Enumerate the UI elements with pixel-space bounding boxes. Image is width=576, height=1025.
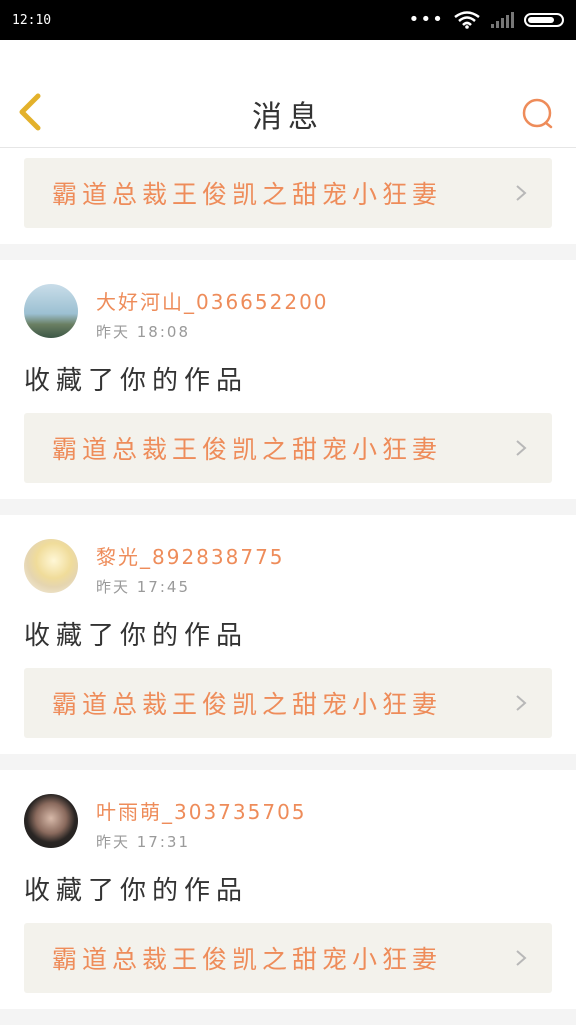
- message-action: 收藏了你的作品: [24, 366, 249, 396]
- work-link[interactable]: 霸道总裁王俊凯之甜宠小狂妻: [24, 158, 552, 228]
- user-name[interactable]: 大好河山_036652200: [96, 286, 329, 315]
- message-time: 昨天 18:08: [96, 323, 190, 341]
- user-row: 叶雨萌_303735705 昨天 17:31: [24, 780, 552, 852]
- avatar[interactable]: [24, 284, 78, 338]
- signal-icon: [491, 12, 514, 28]
- work-title: 霸道总裁王俊凯之甜宠小狂妻: [52, 690, 443, 719]
- battery-icon: [524, 13, 564, 27]
- work-title: 霸道总裁王俊凯之甜宠小狂妻: [52, 180, 443, 209]
- more-dots-icon: •••: [408, 9, 444, 30]
- status-bar: 12:10 •••: [0, 0, 576, 40]
- user-name[interactable]: 叶雨萌_303735705: [96, 796, 307, 825]
- search-icon[interactable]: [520, 96, 556, 132]
- chevron-right-icon: [516, 950, 527, 966]
- wifi-icon: [454, 11, 480, 29]
- avatar[interactable]: [24, 794, 78, 848]
- user-row: 黎光_892838775 昨天 17:45: [24, 525, 552, 597]
- status-icons: •••: [408, 11, 564, 29]
- work-link[interactable]: 霸道总裁王俊凯之甜宠小狂妻: [24, 923, 552, 993]
- user-row: 大好河山_036652200 昨天 18:08: [24, 270, 552, 342]
- user-meta: 黎光_892838775 昨天 17:45: [96, 537, 285, 597]
- user-meta: 叶雨萌_303735705 昨天 17:31: [96, 792, 307, 852]
- user-meta: 大好河山_036652200 昨天 18:08: [96, 282, 329, 342]
- page-title: 消息: [252, 100, 324, 135]
- message-card: 大好河山_036652200 昨天 18:08 收藏了你的作品 霸道总裁王俊凯之…: [0, 260, 576, 499]
- message-action: 收藏了你的作品: [24, 621, 249, 651]
- work-link[interactable]: 霸道总裁王俊凯之甜宠小狂妻: [24, 413, 552, 483]
- avatar[interactable]: [24, 539, 78, 593]
- user-name[interactable]: 黎光_892838775: [96, 541, 285, 570]
- top-nav-bar: 消息: [0, 40, 576, 148]
- status-time: 12:10: [12, 12, 52, 28]
- work-title: 霸道总裁王俊凯之甜宠小狂妻: [52, 945, 443, 974]
- message-card: 黎光_892838775 昨天 17:45 收藏了你的作品 霸道总裁王俊凯之甜宠…: [0, 515, 576, 754]
- message-card-partial: 霸道总裁王俊凯之甜宠小狂妻: [0, 148, 576, 244]
- chevron-right-icon: [516, 185, 527, 201]
- message-feed: 霸道总裁王俊凯之甜宠小狂妻 大好河山_036652200 昨天 18:08 收藏…: [0, 148, 576, 1025]
- work-link[interactable]: 霸道总裁王俊凯之甜宠小狂妻: [24, 668, 552, 738]
- chevron-right-icon: [516, 440, 527, 456]
- message-time: 昨天 17:31: [96, 833, 190, 851]
- work-title: 霸道总裁王俊凯之甜宠小狂妻: [52, 435, 443, 464]
- message-card: 叶雨萌_303735705 昨天 17:31 收藏了你的作品 霸道总裁王俊凯之甜…: [0, 770, 576, 1009]
- message-time: 昨天 17:45: [96, 578, 190, 596]
- message-action: 收藏了你的作品: [24, 876, 249, 906]
- chevron-right-icon: [516, 695, 527, 711]
